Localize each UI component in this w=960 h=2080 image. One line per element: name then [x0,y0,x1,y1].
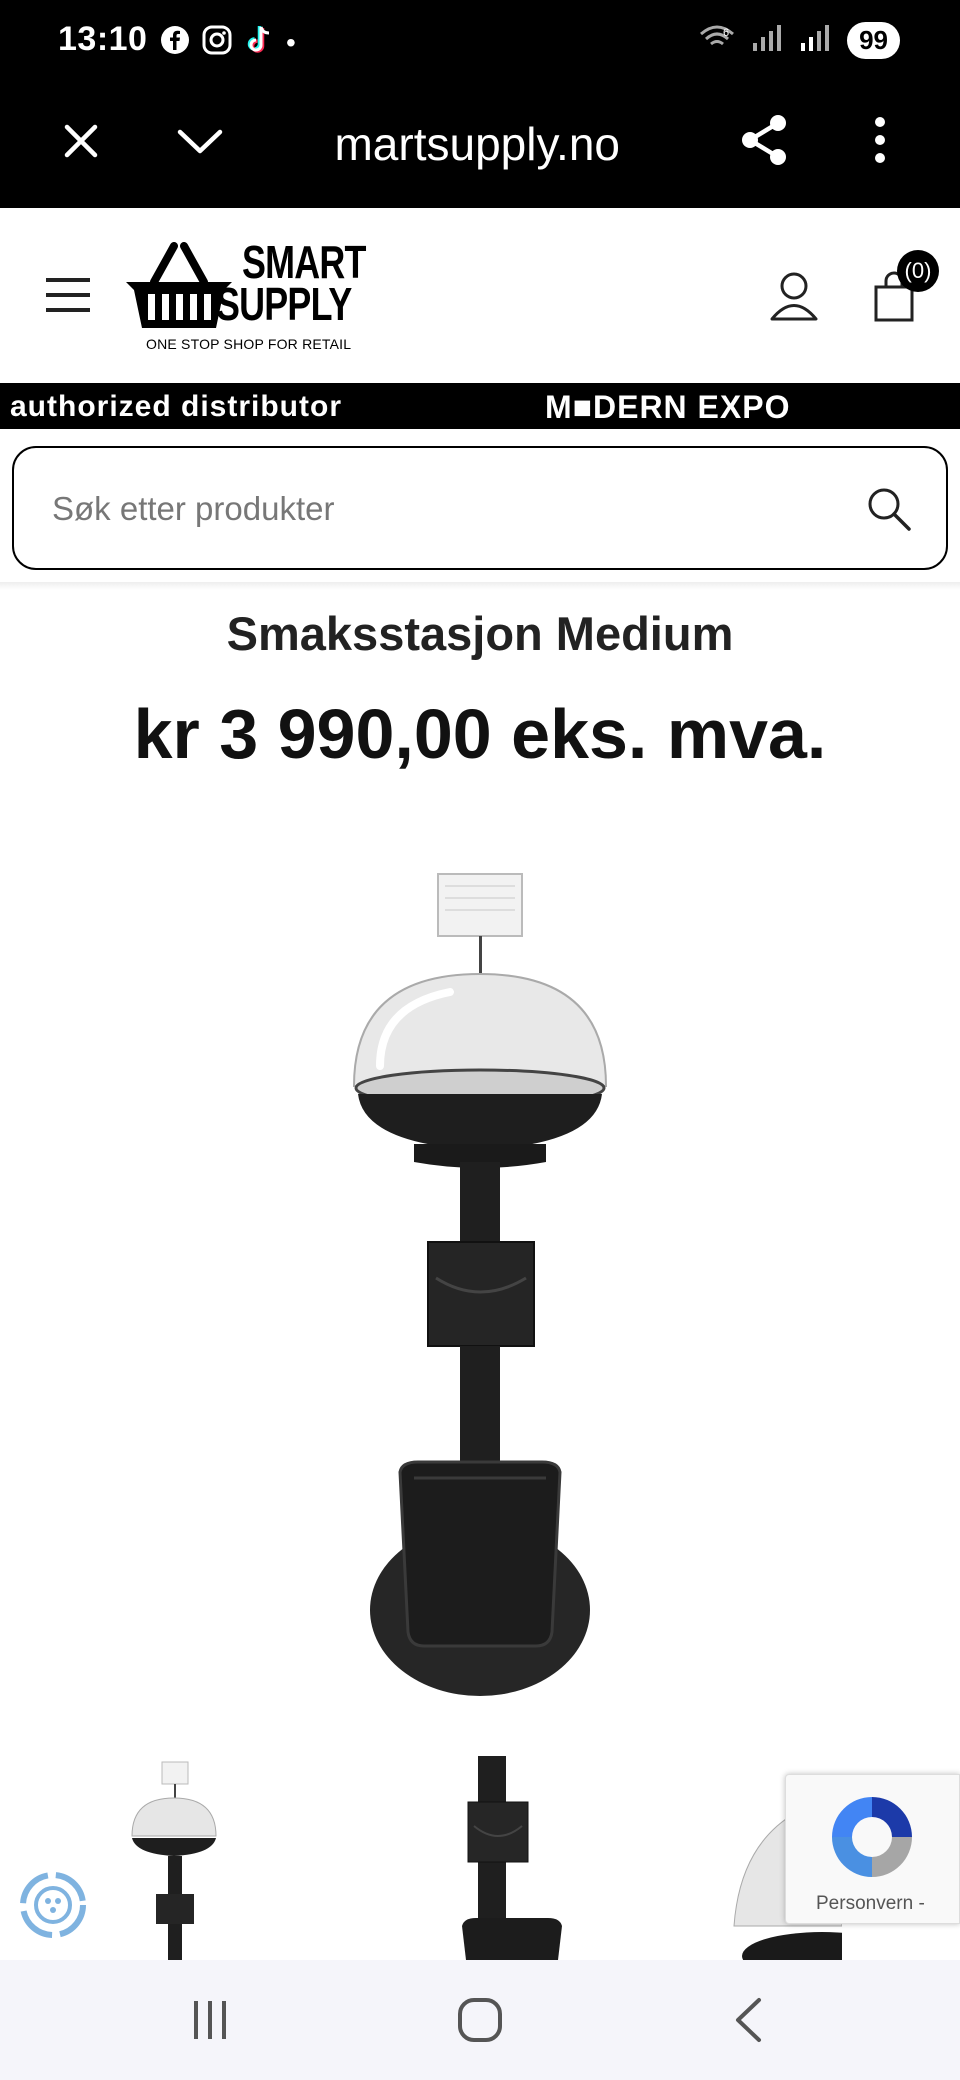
close-icon [64,124,98,158]
battery-indicator: 99 [847,22,900,59]
signal-icon-2 [799,23,833,58]
notification-icons: • [160,24,296,61]
search-box[interactable] [12,446,948,570]
wifi-icon: 6 [697,22,737,59]
facebook-icon [160,25,190,60]
close-button[interactable] [56,116,106,166]
thumbnail-1[interactable] [126,1756,222,1960]
recaptcha-badge[interactable]: Personvern - [785,1774,960,1924]
cart-count-badge: (0) [897,250,939,292]
banner-right-text: M■DERN EXPO [545,389,791,425]
back-button[interactable] [718,1988,778,2052]
recents-button[interactable] [180,1990,240,2050]
site-logo[interactable]: SMART SUPPLY ONE STOP SHOP FOR RETAIL [124,238,384,356]
home-icon [458,1998,502,2042]
dot-icon: • [286,26,296,58]
share-icon [742,115,786,165]
browser-menu-button[interactable] [860,110,900,170]
recaptcha-icon [832,1797,912,1877]
site-header: SMART SUPPLY ONE STOP SHOP FOR RETAIL [0,208,960,383]
back-icon [736,1998,761,2042]
url-field[interactable]: martsupply.no [290,108,620,180]
search-input[interactable] [52,478,832,540]
hamburger-icon [46,278,90,312]
banner-left-text: authorized distributor [10,390,342,423]
header-divider [0,582,960,590]
recaptcha-label: Personvern - [816,1893,925,1914]
share-button[interactable] [734,110,794,170]
home-button[interactable] [448,1988,512,2052]
instagram-icon [202,25,232,60]
tiktok-icon [244,24,274,61]
signal-icon [751,23,785,58]
status-bar: 13:10 • 6 99 [0,0,960,86]
system-navigation-bar [0,1960,960,2080]
search-icon [868,488,911,531]
product-price: kr 3 990,00 eks. mva. [133,695,827,773]
logo-tagline: ONE STOP SHOP FOR RETAIL [146,336,352,352]
svg-text:6: 6 [723,27,729,39]
menu-button[interactable] [40,270,96,320]
user-icon [770,272,818,321]
product-title: Smaksstasjon Medium [226,607,734,660]
thumbnail-2[interactable] [462,1756,572,1960]
product-image[interactable] [340,866,620,1696]
browser-toolbar: martsupply.no [0,86,960,208]
system-status: 6 99 [697,22,900,59]
status-time: 13:10 [58,20,148,58]
logo-word-2: SUPPLY [216,278,352,330]
recents-icon [194,2001,226,2039]
search-button[interactable] [866,486,912,537]
accessibility-button[interactable] [18,1870,88,1940]
distributor-banner[interactable]: authorized distributor M■DERN EXPO [0,383,960,429]
url-text: martsupply.no [334,118,620,170]
chevron-down-icon [177,129,223,154]
tab-dropdown-button[interactable] [172,116,228,166]
accessibility-icon [20,1872,86,1938]
account-button[interactable] [764,266,824,326]
more-vert-icon [875,117,885,163]
